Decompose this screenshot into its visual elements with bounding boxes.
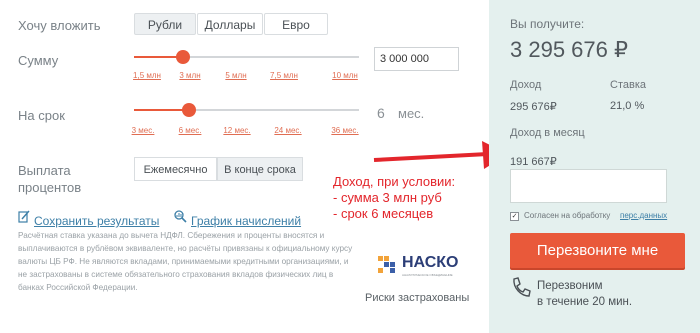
rate-label: Ставка — [610, 79, 646, 91]
result-panel: Вы получите: 3 295 676 ₽ Доход Ставка 29… — [489, 0, 700, 333]
amount-tick[interactable]: 5 млн — [225, 71, 246, 80]
amount-tick[interactable]: 7,5 млн — [270, 71, 298, 80]
phone-icon — [513, 277, 531, 297]
term-slider-knob[interactable] — [182, 103, 196, 117]
payout-label: Выплата процентов — [18, 162, 81, 196]
income-annotation: Доход, при условии: - сумма 3 млн руб - … — [333, 174, 455, 222]
term-tick[interactable]: 12 мес. — [223, 126, 250, 135]
amount-tick[interactable]: 1,5 млн — [133, 71, 161, 80]
annotation-line2: - сумма 3 млн руб — [333, 190, 442, 205]
consent-link[interactable]: перс.данных — [620, 211, 667, 220]
callback-note: Перезвоним в течение 20 мин. — [537, 278, 632, 310]
interest-chart-text[interactable]: График начислений — [191, 214, 301, 228]
callback-note-line1: Перезвоним — [537, 280, 603, 292]
term-tick[interactable]: 36 мес. — [331, 126, 358, 135]
nasko-logo: НАСКО АНАЛИТИЧЕСКОЕ ОБЪЕДИНЕНИЕ — [378, 254, 468, 280]
amount-label: Сумму — [18, 53, 59, 68]
edit-icon — [18, 210, 30, 223]
tab-rub[interactable]: Рубли — [134, 13, 196, 35]
nasko-logo-mark-icon — [378, 256, 395, 273]
amount-slider[interactable] — [134, 50, 359, 64]
invest-label: Хочу вложить — [18, 18, 101, 33]
nasko-logo-text: НАСКО — [402, 254, 459, 271]
callback-button[interactable]: Перезвоните мне — [510, 233, 685, 268]
term-tick[interactable]: 3 мес. — [132, 126, 155, 135]
disclaimer-text: Расчётная ставка указана до вычета НДФЛ.… — [18, 231, 353, 292]
consent-checkbox[interactable]: ✓ — [510, 212, 519, 221]
amount-input[interactable] — [374, 47, 459, 71]
payout-label-line1: Выплата — [18, 163, 71, 178]
tab-eur[interactable]: Евро — [264, 13, 328, 35]
callback-note-line2: в течение 20 мин. — [537, 296, 633, 308]
term-unit: мес. — [398, 106, 425, 121]
income-value: 295 676₽ — [510, 101, 557, 113]
amount-slider-knob[interactable] — [176, 50, 190, 64]
payout-monthly-button[interactable]: Ежемесячно — [134, 157, 217, 181]
you-get-label: Вы получите: — [510, 17, 585, 31]
income-label: Доход — [510, 79, 542, 91]
term-tick[interactable]: 6 мес. — [179, 126, 202, 135]
rate-value: 21,0 % — [610, 100, 645, 112]
term-slider-fill — [134, 109, 189, 111]
term-tick[interactable]: 24 мес. — [274, 126, 301, 135]
monthly-income-value: 191 667₽ — [510, 156, 557, 168]
tab-usd[interactable]: Доллары — [197, 13, 263, 35]
payout-label-line2: процентов — [18, 180, 82, 195]
you-get-value: 3 295 676 ₽ — [510, 37, 628, 62]
consent-text: Согласен на обработку — [524, 211, 611, 220]
nasko-logo-subtext: АНАЛИТИЧЕСКОЕ ОБЪЕДИНЕНИЕ — [402, 273, 453, 277]
amount-tick[interactable]: 10 млн — [332, 71, 358, 80]
annotation-line3: - срок 6 месяцев — [333, 206, 434, 221]
term-label: На срок — [18, 108, 65, 123]
monthly-income-label: Доход в месяц — [510, 127, 585, 139]
payout-end-button[interactable]: В конце срока — [217, 157, 303, 181]
insured-text: Риски застрахованы — [365, 292, 470, 304]
term-slider[interactable] — [134, 103, 359, 117]
phone-input[interactable] — [510, 169, 667, 203]
term-value: 6 — [377, 105, 385, 121]
amount-tick[interactable]: 3 млн — [179, 71, 200, 80]
save-results-text[interactable]: Сохранить результаты — [34, 214, 159, 228]
magnifier-chart-icon — [174, 210, 187, 223]
